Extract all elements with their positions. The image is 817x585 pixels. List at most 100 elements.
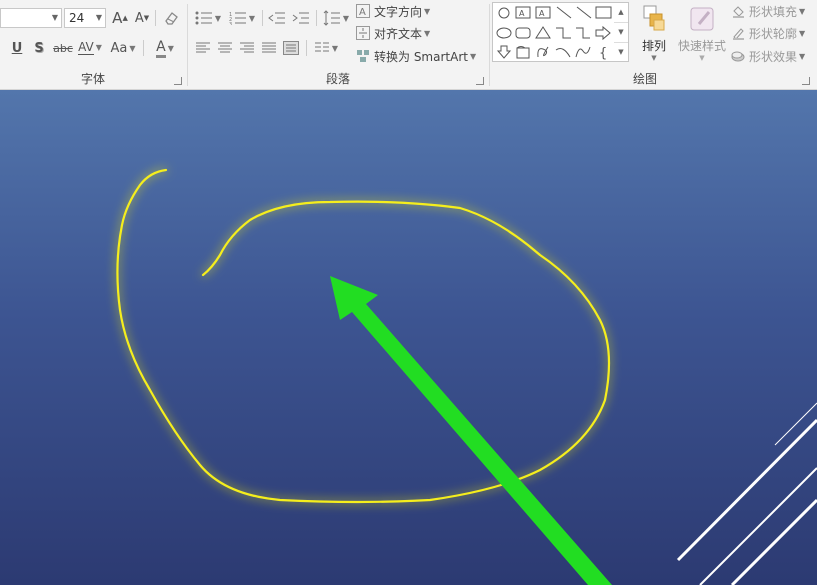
drawing-dialog-launcher-icon[interactable] bbox=[802, 77, 810, 85]
drawing-group-label: 绘图 bbox=[632, 72, 657, 86]
numbering-button[interactable]: 1 2 3 ▼ bbox=[226, 8, 258, 28]
svg-text:3: 3 bbox=[229, 22, 232, 25]
distributed-icon bbox=[283, 41, 299, 55]
ellipse-shape-icon bbox=[496, 27, 512, 39]
chevron-up-icon[interactable]: ▲ bbox=[614, 3, 628, 23]
align-left-button[interactable] bbox=[192, 38, 214, 58]
chevron-down-icon: ▼ bbox=[699, 54, 705, 62]
shape-effects-button[interactable]: 形状效果 ▼ bbox=[731, 47, 805, 65]
shrink-font-button[interactable]: A ▼ bbox=[132, 8, 152, 28]
font-color-label: A bbox=[156, 39, 166, 58]
group-divider bbox=[155, 10, 156, 26]
chevron-down-icon: ▼ bbox=[214, 13, 222, 23]
chevron-down-icon[interactable]: ▼ bbox=[614, 23, 628, 43]
line-spacing-icon bbox=[323, 10, 340, 26]
slide-artwork bbox=[116, 168, 817, 585]
justify-button[interactable] bbox=[258, 38, 280, 58]
grow-font-button[interactable]: A ▲ bbox=[110, 8, 130, 28]
chevron-down-icon: ▼ bbox=[469, 51, 477, 61]
svg-text:A: A bbox=[519, 9, 525, 18]
arrange-button[interactable]: 排列 ▼ bbox=[635, 2, 673, 64]
annotation-circle bbox=[116, 168, 611, 504]
shapes-gallery[interactable]: A A { bbox=[492, 2, 616, 62]
group-divider bbox=[262, 10, 263, 26]
flowchart-shape-icon bbox=[516, 46, 530, 59]
decrease-indent-button[interactable] bbox=[266, 8, 288, 28]
distributed-button[interactable] bbox=[280, 38, 302, 58]
paint-bucket-icon bbox=[733, 6, 744, 18]
right-arrow-shape-icon bbox=[595, 25, 611, 41]
svg-text:{: { bbox=[599, 46, 607, 61]
align-left-icon bbox=[196, 42, 210, 53]
shape-outline-button[interactable]: 形状轮廓 ▼ bbox=[731, 24, 805, 42]
convert-smartart-button[interactable]: 转换为 SmartArt ▼ bbox=[356, 47, 476, 65]
text-shadow-button[interactable]: S bbox=[30, 38, 48, 58]
chevron-down-icon: ▼ bbox=[342, 13, 350, 23]
more-shapes-icon[interactable]: ▼ bbox=[614, 43, 628, 62]
elbow-arrow-shape-icon bbox=[576, 27, 590, 39]
quick-styles-button[interactable]: 快速样式 ▼ bbox=[676, 2, 728, 64]
clear-format-button[interactable] bbox=[160, 8, 182, 28]
chevron-down-icon: ▼ bbox=[51, 13, 58, 22]
chevron-down-icon: ▼ bbox=[651, 54, 657, 62]
chevron-down-icon: ▼ bbox=[799, 6, 806, 16]
font-name-combo[interactable]: ▼ bbox=[0, 8, 62, 28]
smartart-icon bbox=[357, 50, 369, 62]
arc-shape-icon bbox=[555, 48, 571, 58]
elbow-connector-shape-icon bbox=[556, 27, 571, 39]
align-text-icon bbox=[356, 26, 370, 40]
numbering-icon: 123 bbox=[229, 12, 246, 25]
columns-icon bbox=[314, 42, 329, 52]
chevron-down-icon: ▼ bbox=[424, 6, 431, 16]
oval-shape-icon bbox=[498, 7, 510, 19]
line-shape-icon bbox=[556, 6, 572, 19]
paragraph-dialog-launcher-icon[interactable] bbox=[476, 77, 484, 85]
align-right-button[interactable] bbox=[236, 38, 258, 58]
rectangle-shape-icon bbox=[595, 6, 612, 19]
group-divider bbox=[143, 40, 144, 56]
group-divider bbox=[316, 10, 317, 26]
bullets-button[interactable]: ▼ bbox=[192, 8, 224, 28]
font-dialog-launcher-icon[interactable] bbox=[174, 77, 182, 85]
shape-effects-icon bbox=[731, 51, 745, 62]
char-spacing-label: AV bbox=[78, 39, 94, 55]
align-text-button[interactable]: 对齐文本 ▼ bbox=[356, 24, 430, 42]
ribbon: ▼ 24 ▼ A ▲ A ▼ U S abc AV ▼ Aa ▼ A ▼ 字体 … bbox=[0, 0, 817, 90]
chevron-down-icon: ▼ bbox=[95, 42, 102, 52]
underline-button[interactable]: U bbox=[8, 38, 26, 58]
text-direction-button[interactable]: A 文字方向 ▼ bbox=[356, 2, 430, 20]
shape-fill-button[interactable]: 形状填充 ▼ bbox=[731, 2, 805, 20]
increase-indent-button[interactable] bbox=[290, 8, 312, 28]
shapes-gallery-icons: A A { bbox=[496, 6, 612, 61]
font-group-label: 字体 bbox=[80, 72, 105, 86]
strikethrough-label: abc bbox=[53, 41, 73, 55]
curve-shape-icon bbox=[575, 46, 591, 58]
chevron-down-icon: ▼ bbox=[331, 43, 339, 53]
increase-indent-icon bbox=[292, 12, 309, 24]
font-size-combo[interactable]: 24 ▼ bbox=[64, 8, 106, 28]
text-direction-label: 文字方向 bbox=[374, 4, 423, 19]
caret-up-icon: ▲ bbox=[122, 14, 128, 22]
grow-font-label: A bbox=[112, 9, 123, 27]
line-spacing-button[interactable]: ▼ bbox=[320, 8, 352, 28]
change-case-button[interactable]: Aa ▼ bbox=[106, 38, 140, 58]
svg-text:A: A bbox=[539, 9, 545, 18]
decorative-lines bbox=[676, 402, 817, 585]
slide-canvas[interactable] bbox=[0, 90, 817, 585]
font-size-value: 24 bbox=[69, 11, 85, 25]
caret-down-icon: ▼ bbox=[143, 14, 150, 22]
pencil-icon bbox=[733, 28, 744, 40]
paragraph-group: ▼ 1 2 3 ▼ ▼ ▼ A 文字方向 ▼ 对齐文本 ▼ 转换为 SmartA… bbox=[188, 0, 488, 89]
eraser-icon bbox=[165, 12, 178, 25]
char-spacing-button[interactable]: AV ▼ bbox=[76, 36, 104, 58]
vertical-textbox-shape-icon: A bbox=[535, 6, 551, 19]
quick-styles-icon bbox=[690, 7, 714, 31]
align-center-button[interactable] bbox=[214, 38, 236, 58]
shape-effects-label: 形状效果 bbox=[749, 49, 798, 64]
decrease-indent-icon bbox=[268, 12, 285, 24]
arrange-label: 排列 bbox=[641, 39, 666, 53]
font-color-button[interactable]: A ▼ bbox=[148, 38, 182, 58]
shapes-gallery-scroll[interactable]: ▲ ▼ ▼ bbox=[614, 2, 629, 62]
strikethrough-button[interactable]: abc bbox=[50, 38, 76, 58]
columns-button[interactable]: ▼ bbox=[310, 38, 342, 58]
